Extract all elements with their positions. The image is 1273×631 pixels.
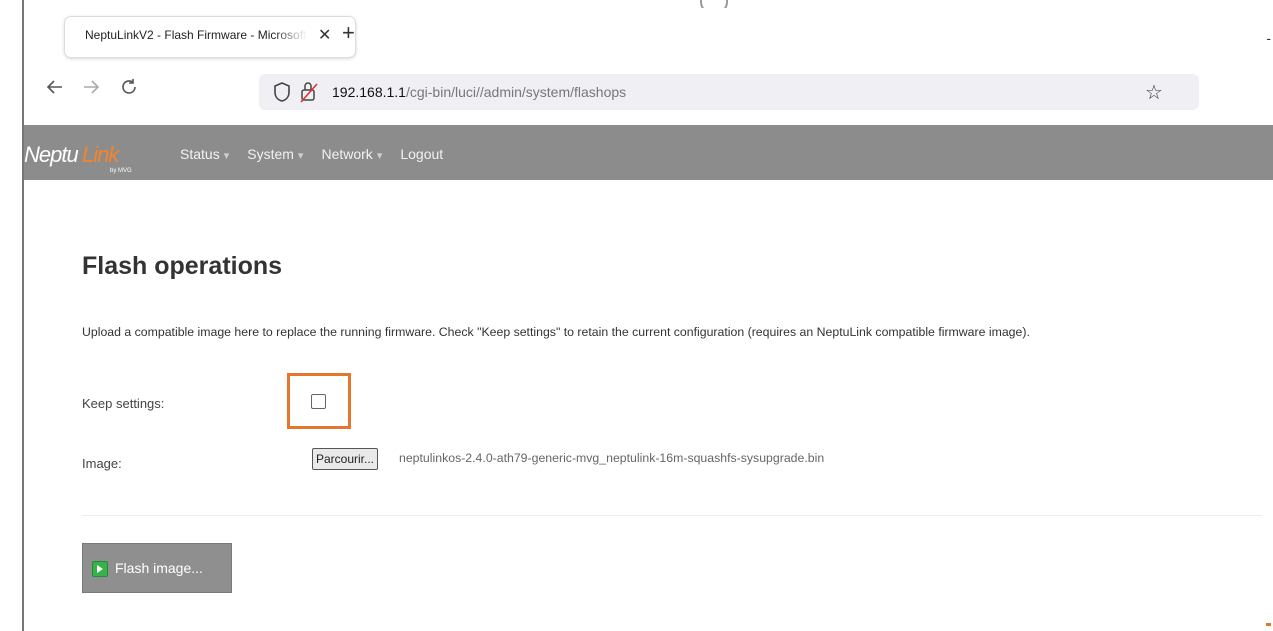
flash-image-label: Flash image...	[115, 560, 203, 576]
new-tab-button[interactable]: +	[342, 22, 355, 44]
divider	[82, 515, 1262, 516]
neptulink-logo[interactable]: Neptu Link by MVG	[24, 135, 154, 175]
logo-prefix: Neptu	[24, 142, 79, 167]
url-host: 192.168.1.1	[332, 84, 406, 100]
corner-mark	[1266, 623, 1271, 626]
play-icon	[92, 561, 108, 577]
logo-suffix: Link	[82, 142, 119, 167]
url-path: /cgi-bin/luci//admin/system/flashops	[405, 84, 627, 100]
app-header: Neptu Link by MVG Status ▾ System ▾ Networ…	[24, 125, 1273, 180]
menu-logout[interactable]: Logout	[400, 146, 443, 162]
chevron-down-icon: ▾	[297, 150, 304, 162]
menu-status-label: Status	[180, 146, 220, 162]
browse-button[interactable]: Parcourir...	[312, 448, 379, 470]
menu-logout-label: Logout	[400, 146, 444, 162]
menu-system-label: System	[247, 146, 294, 162]
navigation-bar: 192.168.1.1/cgi-bin/luci//admin/system/f…	[24, 70, 1273, 116]
shield-icon[interactable]	[273, 81, 291, 108]
page-description: Upload a compatible image here to replac…	[82, 325, 1030, 339]
image-label: Image:	[82, 456, 122, 471]
url-text[interactable]: 192.168.1.1/cgi-bin/luci//admin/system/f…	[332, 84, 626, 100]
window-edge	[22, 0, 24, 631]
minimize-icon[interactable]: -	[1266, 30, 1271, 46]
menu-network-label: Network	[321, 146, 373, 162]
menu-status[interactable]: Status ▾	[180, 146, 229, 162]
forward-arrow-icon[interactable]	[82, 78, 100, 100]
keep-settings-checkbox[interactable]	[311, 394, 326, 409]
keep-settings-label: Keep settings:	[82, 396, 165, 411]
address-bar[interactable]: 192.168.1.1/cgi-bin/luci//admin/system/f…	[259, 74, 1199, 110]
browser-tab[interactable]: NeptuLinkV2 - Flash Firmware - Microsoft…	[64, 16, 356, 58]
lock-icon[interactable]	[299, 80, 319, 109]
main-menu: Status ▾ System ▾ Network ▾ Logout	[180, 146, 443, 162]
menu-network[interactable]: Network ▾	[321, 146, 382, 162]
star-icon[interactable]: ☆	[1145, 80, 1163, 105]
logo-subtext: by MVG	[110, 168, 132, 174]
tab-strip: NeptuLinkV2 - Flash Firmware - Microsoft…	[24, 8, 1273, 60]
tab-title: NeptuLinkV2 - Flash Firmware - Microsoft…	[85, 28, 307, 42]
tab-close-icon[interactable]: ✕	[318, 25, 331, 45]
menu-system[interactable]: System ▾	[247, 146, 303, 162]
page-title: Flash operations	[82, 252, 283, 280]
reload-icon[interactable]	[120, 78, 138, 100]
flash-image-button[interactable]: Flash image...	[82, 543, 232, 593]
selected-file-name: neptulinkos-2.4.0-ath79-generic-mvg_nept…	[399, 451, 825, 465]
browser-chrome: NeptuLinkV2 - Flash Firmware - Microsoft…	[0, 0, 1273, 122]
back-arrow-icon[interactable]	[46, 78, 64, 100]
chevron-down-icon: ▾	[223, 150, 230, 162]
chevron-down-icon: ▾	[376, 150, 383, 162]
